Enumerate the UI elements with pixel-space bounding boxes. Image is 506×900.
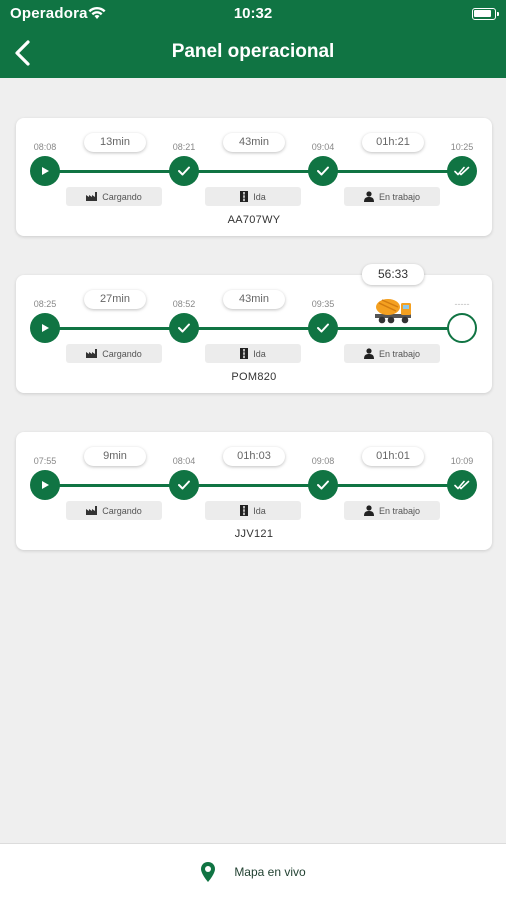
- step-node: [169, 313, 199, 343]
- duration-badge: 43min: [223, 290, 285, 309]
- time-loaded: 08:04: [172, 456, 196, 466]
- check-icon: [178, 166, 190, 176]
- check-icon: [317, 480, 329, 490]
- time-start: 08:08: [33, 142, 57, 152]
- play-icon: [42, 481, 49, 489]
- road-icon: [240, 348, 249, 359]
- vehicle-plate: JJV121: [234, 528, 274, 540]
- factory-icon: [86, 349, 98, 358]
- start-node: [30, 313, 60, 343]
- phase-work: En trabajo: [344, 344, 440, 363]
- time-start: 08:25: [33, 299, 57, 309]
- factory-icon: [86, 506, 98, 515]
- phase-work: En trabajo: [344, 187, 440, 206]
- progress-track: [46, 484, 462, 487]
- step-node: [308, 313, 338, 343]
- battery-icon: [472, 8, 499, 20]
- play-icon: [42, 324, 49, 332]
- phase-loading: Cargando: [66, 501, 162, 520]
- phase-label: Ida: [253, 191, 266, 202]
- step-node: [308, 156, 338, 186]
- time-arrived: 09:08: [311, 456, 335, 466]
- phase-work: En trabajo: [344, 501, 440, 520]
- phase-label: En trabajo: [378, 505, 421, 516]
- check-icon: [317, 166, 329, 176]
- time-arrived: 09:35: [311, 299, 335, 309]
- status-bar: Operadora 10:32: [0, 0, 506, 28]
- time-arrived: 09:04: [311, 142, 335, 152]
- progress-track: [46, 327, 462, 330]
- progress-track: [46, 170, 462, 173]
- trip-card[interactable]: 07:55 08:04 09:08 10:09 9min 01h:03 01h:…: [16, 432, 492, 550]
- duration-badge: 01h:21: [362, 133, 424, 152]
- live-map-button[interactable]: Mapa en vivo: [0, 843, 506, 900]
- start-node: [30, 156, 60, 186]
- phase-label: Ida: [253, 348, 266, 359]
- phase-trip: Ida: [205, 344, 301, 363]
- cement-mixer-truck-icon: [375, 299, 411, 324]
- phase-loading: Cargando: [66, 187, 162, 206]
- worker-icon: [363, 348, 374, 359]
- vehicle-plate: POM820: [231, 371, 277, 383]
- vehicle-plate: AA707WY: [227, 214, 281, 226]
- double-check-icon: [454, 480, 470, 490]
- trip-card[interactable]: 08:08 08:21 09:04 10:25 13min 43min 01h:…: [16, 118, 492, 236]
- duration-badge: 13min: [84, 133, 146, 152]
- road-icon: [240, 191, 249, 202]
- time-end: 10:25: [450, 142, 474, 152]
- phase-label: Cargando: [102, 348, 142, 359]
- page-title: Panel operacional: [171, 41, 335, 62]
- map-pin-icon: [201, 862, 216, 882]
- trip-card[interactable]: 56:33 08:25 08:52 09:35 ----- 27min 43mi…: [16, 264, 492, 393]
- status-time: 10:32: [233, 5, 273, 22]
- phase-trip: Ida: [205, 187, 301, 206]
- road-icon: [240, 505, 249, 516]
- double-check-icon: [454, 166, 470, 176]
- play-icon: [42, 167, 49, 175]
- time-loaded: 08:21: [172, 142, 196, 152]
- duration-badge: 9min: [84, 447, 146, 466]
- duration-badge: 27min: [84, 290, 146, 309]
- step-node: [308, 470, 338, 500]
- duration-badge: 01h:03: [223, 447, 285, 466]
- phase-trip: Ida: [205, 501, 301, 520]
- worker-icon: [363, 505, 374, 516]
- start-node: [30, 470, 60, 500]
- end-node: [447, 470, 477, 500]
- check-icon: [317, 323, 329, 333]
- phase-loading: Cargando: [66, 344, 162, 363]
- step-node: [169, 470, 199, 500]
- duration-badge: 01h:01: [362, 447, 424, 466]
- end-node-pending: [447, 313, 477, 343]
- check-icon: [178, 323, 190, 333]
- duration-badge: 43min: [223, 133, 285, 152]
- phase-label: Cargando: [102, 191, 142, 202]
- check-icon: [178, 480, 190, 490]
- end-node: [447, 156, 477, 186]
- phase-label: En trabajo: [378, 191, 421, 202]
- factory-icon: [86, 192, 98, 201]
- phase-label: Ida: [253, 505, 266, 516]
- phase-label: En trabajo: [378, 348, 421, 359]
- time-end: 10:09: [450, 456, 474, 466]
- live-timer-badge: 56:33: [362, 264, 424, 285]
- time-start: 07:55: [33, 456, 57, 466]
- time-end-pending: -----: [454, 299, 470, 309]
- app-header: Operadora 10:32 Panel operacional: [0, 0, 506, 78]
- live-map-label: Mapa en vivo: [234, 865, 306, 879]
- time-loaded: 08:52: [172, 299, 196, 309]
- phase-label: Cargando: [102, 505, 142, 516]
- worker-icon: [363, 191, 374, 202]
- step-node: [169, 156, 199, 186]
